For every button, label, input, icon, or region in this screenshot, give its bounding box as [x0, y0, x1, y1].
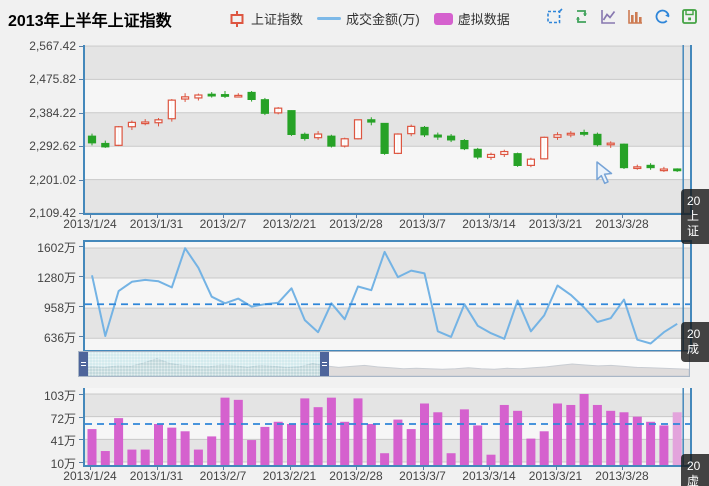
area-zoom-icon[interactable] [545, 7, 564, 26]
legend-label: 成交金额(万) [346, 12, 420, 27]
bar-legend-icon [433, 12, 453, 25]
toolbox [545, 7, 699, 26]
restore-icon[interactable] [653, 7, 672, 26]
candlestick-legend-icon [228, 10, 246, 27]
legend-item-turnover[interactable]: 成交金额(万) [317, 9, 420, 28]
candlestick-plot [85, 45, 690, 213]
virtual-data-bar-panel[interactable] [83, 388, 692, 467]
tooltip-virtual-data: 20 虚 [681, 454, 709, 486]
legend: 上证指数 成交金额(万) 虚拟数据 [228, 9, 510, 28]
line-plot [85, 242, 690, 350]
line-legend-icon [317, 17, 342, 20]
page-title: 2013年上半年上证指数 [8, 13, 172, 30]
candlestick-panel[interactable] [83, 45, 692, 215]
app-window: 2013年上半年上证指数 上证指数 成交金额(万) 虚拟数据 2,567.42 … [0, 0, 709, 486]
datazoom-slider[interactable] [78, 351, 690, 377]
turnover-line-panel[interactable] [83, 240, 692, 352]
legend-item-sse-index[interactable]: 上证指数 [228, 9, 303, 28]
save-image-icon[interactable] [680, 7, 699, 26]
legend-label: 上证指数 [251, 12, 304, 27]
datazoom-handle-right[interactable] [320, 352, 330, 376]
datazoom-selected-range[interactable] [79, 352, 330, 376]
bar-plot [85, 388, 690, 465]
zoom-refresh-icon[interactable] [572, 7, 591, 26]
legend-item-virtual-data[interactable]: 虚拟数据 [433, 9, 510, 28]
tooltip-sse-index: 20 上证 [681, 189, 709, 244]
switch-to-bar-icon[interactable] [626, 7, 645, 26]
tooltip-turnover: 20 成 [681, 322, 709, 362]
datazoom-handle-left[interactable] [79, 352, 88, 376]
switch-to-line-icon[interactable] [599, 7, 618, 26]
legend-label: 虚拟数据 [457, 12, 510, 27]
